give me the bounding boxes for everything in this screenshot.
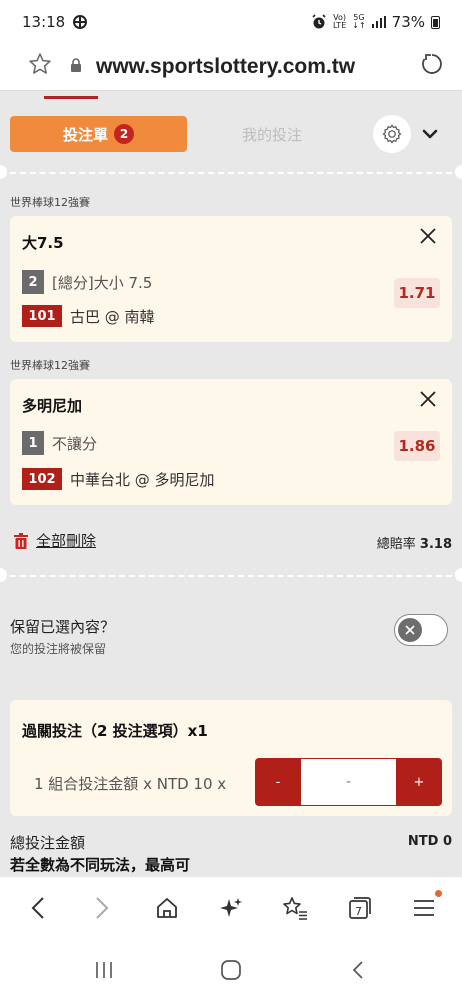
delete-all-label: 全部刪除 — [36, 532, 97, 550]
option-text: [總分]大小 7.5 — [52, 273, 153, 292]
bet-selection-title: 大7.5 — [22, 234, 64, 252]
recent-apps-button[interactable] — [80, 946, 128, 994]
stake-stepper: - - + — [255, 758, 442, 806]
parlay-title: 過關投注（2 投注選項）x1 — [22, 722, 208, 740]
volte-indicator: Vo) LTE — [332, 13, 347, 30]
betslip-tabs: 投注單 2 我的投注 — [10, 115, 452, 153]
hamburger-menu-icon — [413, 900, 434, 916]
ticket-notch-left — [0, 165, 7, 179]
tabs-icon: 7 — [348, 897, 371, 919]
betslip-page: 投注單 2 我的投注 世界棒球12強賽 大7.5 2 [總分]大小 7.5 10… — [0, 90, 462, 877]
status-time: 13:18 — [22, 13, 66, 31]
forward-button[interactable] — [78, 884, 126, 932]
battery-icon — [431, 15, 440, 29]
match-text: 古巴 @ 南韓 — [70, 307, 155, 326]
signal-icon — [371, 16, 386, 28]
bet-league: 世界棒球12強賽 — [10, 196, 90, 209]
back-chevron-icon — [353, 960, 363, 979]
alarm-icon — [312, 14, 326, 29]
bet-league: 世界棒球12強賽 — [10, 359, 90, 372]
tab-betslip-label: 投注單 — [62, 125, 108, 144]
bookmarks-button[interactable] — [271, 884, 319, 932]
notification-dot — [434, 890, 442, 897]
max-payout-note: 若全數為不同玩法，最高可 — [10, 856, 191, 874]
stake-input[interactable]: - — [301, 758, 396, 806]
betslip-count-badge: 2 — [114, 124, 134, 144]
bookmark-list-icon — [283, 897, 308, 920]
tab-betslip[interactable]: 投注單 2 — [10, 116, 187, 152]
bet-match-row: 102 中華台北 @ 多明尼加 — [22, 468, 215, 490]
match-text: 中華台北 @ 多明尼加 — [70, 470, 215, 489]
total-odds-value: 3.18 — [419, 537, 452, 552]
bet-odds: 1.86 — [394, 431, 440, 461]
gear-icon — [382, 124, 402, 144]
option-number: 1 — [22, 431, 44, 455]
tab-my-bets[interactable]: 我的投注 — [187, 124, 357, 145]
menu-button[interactable] — [400, 884, 448, 932]
trash-icon — [14, 532, 28, 549]
ai-assistant-button[interactable] — [207, 884, 255, 932]
decrease-stake-button[interactable]: - — [255, 758, 301, 806]
reload-icon[interactable] — [414, 52, 444, 82]
option-number: 2 — [22, 270, 44, 294]
5g-indicator: 5G ↓↑ — [352, 13, 366, 30]
home-icon — [156, 898, 177, 918]
keep-selection-subtitle: 您的投注將被保留 — [10, 642, 107, 656]
keep-selection-toggle[interactable] — [394, 614, 448, 646]
notification-icon — [73, 15, 88, 29]
bet-option-row: 2 [總分]大小 7.5 — [22, 270, 152, 294]
bet-card: 多明尼加 1 不讓分 102 中華台北 @ 多明尼加 1.86 — [10, 379, 452, 505]
ticket-notch-right — [455, 568, 462, 582]
browser-toolbar: 7 — [0, 877, 462, 939]
parlay-card: 過關投注（2 投注選項）x1 1 組合投注金額 x NTD 10 x - - + — [10, 700, 452, 816]
bookmark-star-icon[interactable] — [28, 52, 58, 82]
tabs-button[interactable]: 7 — [336, 884, 384, 932]
battery-percent: 73% — [391, 13, 425, 31]
bet-odds: 1.71 — [394, 278, 440, 308]
system-home-button[interactable] — [207, 946, 255, 994]
svg-text:7: 7 — [355, 905, 362, 918]
system-back-button[interactable] — [334, 946, 382, 994]
system-navigation-bar — [0, 939, 462, 1000]
url-text[interactable]: www.sportslottery.com.tw — [94, 55, 414, 79]
total-stake-label: 總投注金額 — [10, 834, 86, 852]
total-odds-label: 總賠率 — [376, 537, 416, 552]
settings-button[interactable] — [373, 115, 411, 153]
dashed-divider — [0, 575, 462, 577]
ticket-notch-left — [0, 568, 7, 582]
dashed-divider — [0, 172, 462, 174]
chevron-down-icon — [422, 129, 438, 139]
lock-icon[interactable] — [58, 58, 94, 76]
active-section-indicator — [44, 96, 98, 99]
bet-option-row: 1 不讓分 — [22, 431, 97, 455]
keep-selection-title: 保留已選內容？ — [10, 618, 116, 636]
total-odds: 總賠率 3.18 — [377, 533, 452, 552]
address-bar: www.sportslottery.com.tw — [0, 44, 462, 90]
option-text: 不讓分 — [52, 434, 98, 453]
delete-all-button[interactable]: 全部刪除 — [14, 530, 96, 551]
increase-stake-button[interactable]: + — [396, 758, 442, 806]
total-stake-value: NTD 0 — [407, 834, 452, 849]
ticket-notch-right — [455, 165, 462, 179]
home-circle-icon — [221, 959, 241, 980]
close-icon[interactable] — [418, 226, 438, 246]
toggle-off-icon — [398, 618, 422, 642]
close-icon[interactable] — [418, 389, 438, 409]
back-button[interactable] — [14, 884, 62, 932]
home-button[interactable] — [143, 884, 191, 932]
match-number: 101 — [22, 305, 62, 327]
collapse-button[interactable] — [421, 125, 439, 143]
chevron-left-icon — [31, 897, 44, 919]
chevron-right-icon — [96, 897, 109, 919]
parlay-stake-description: 1 組合投注金額 x NTD 10 x — [34, 775, 227, 793]
bet-card: 大7.5 2 [總分]大小 7.5 101 古巴 @ 南韓 1.71 — [10, 216, 452, 342]
bet-selection-title: 多明尼加 — [22, 397, 83, 415]
sparkle-icon — [219, 898, 242, 917]
status-bar: 13:18 Vo) LTE 5G ↓↑ 73% — [0, 0, 462, 44]
recent-apps-icon — [95, 961, 112, 978]
bet-match-row: 101 古巴 @ 南韓 — [22, 305, 155, 327]
match-number: 102 — [22, 468, 62, 490]
